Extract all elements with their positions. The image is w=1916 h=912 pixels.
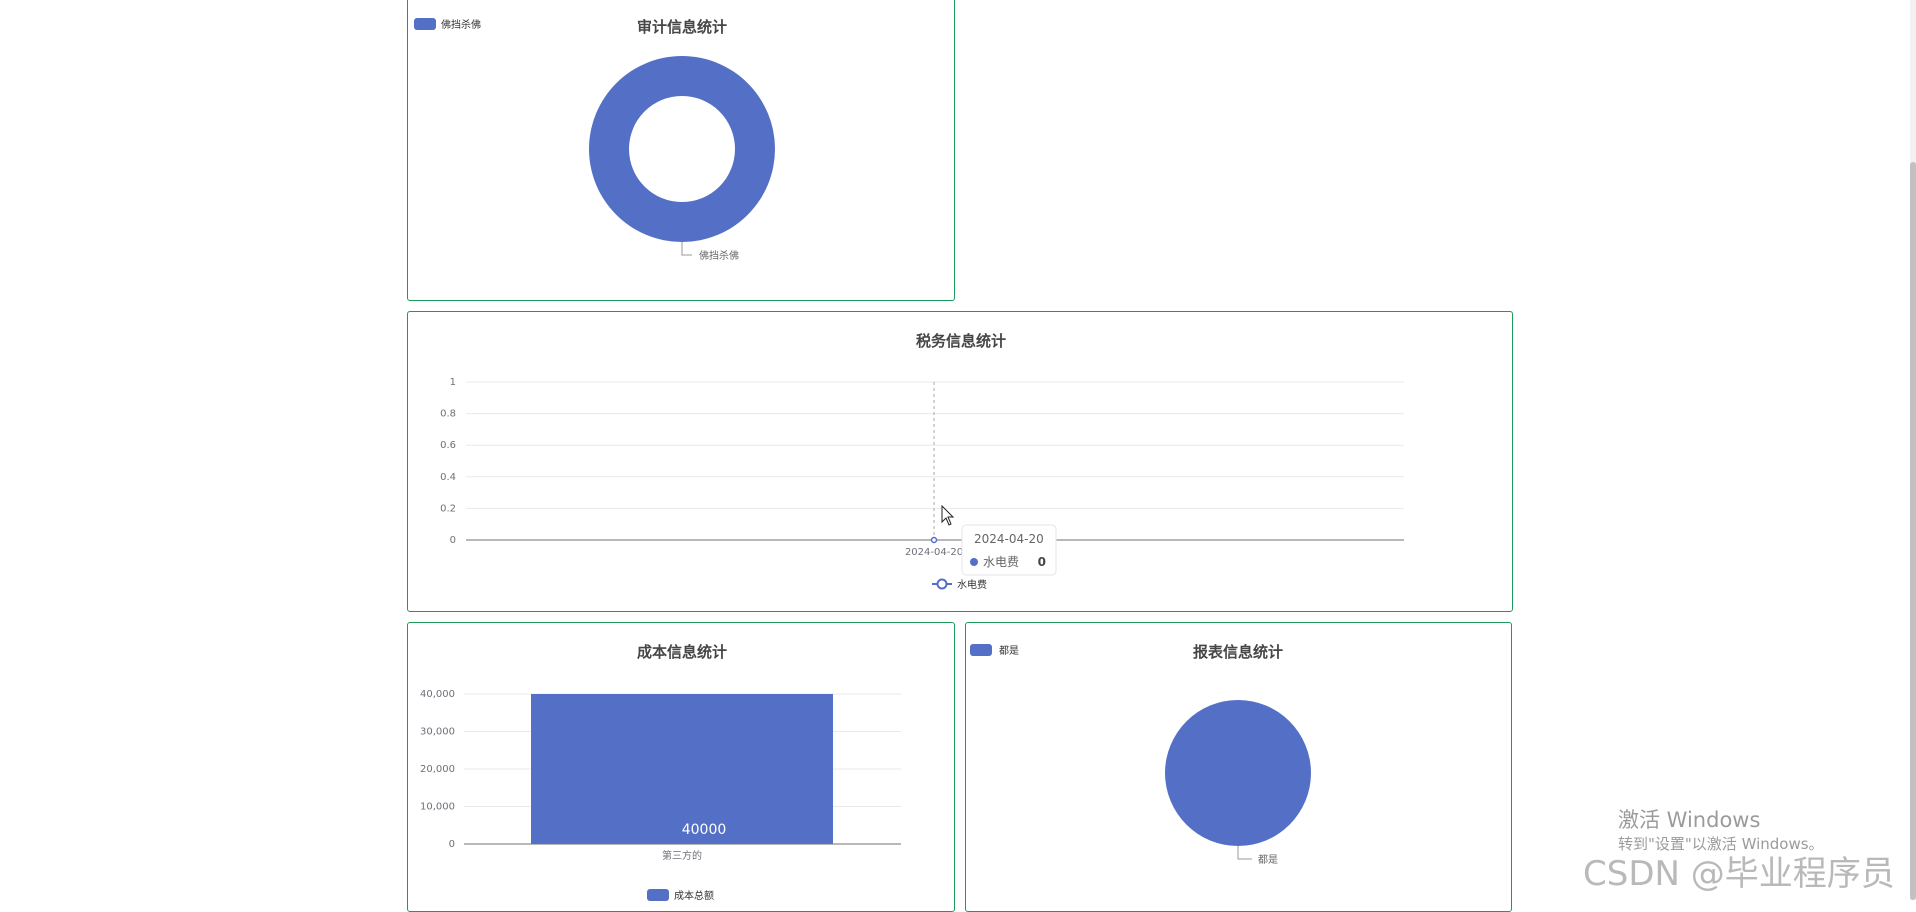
cost-y-tick-label: 40,000 (420, 689, 455, 700)
tax-data-point[interactable] (930, 536, 938, 544)
windows-activation-title: 激活 Windows (1618, 808, 1761, 832)
cost-y-axis: 40,000 30,000 20,000 10,000 0 (420, 689, 455, 850)
cost-y-tick-label: 10,000 (420, 802, 455, 813)
tooltip-title: 2024-04-20 (974, 532, 1044, 546)
tooltip-series: 水电费 (983, 555, 1019, 569)
cost-legend-swatch[interactable] (647, 889, 669, 901)
cost-y-tick-label: 0 (449, 839, 455, 850)
tooltip-marker (970, 558, 978, 566)
report-chart-panel: 都是 报表信息统计 都是 (965, 622, 1512, 912)
report-slice-label-line (1237, 846, 1252, 860)
report-legend-label[interactable]: 都是 (999, 645, 1019, 657)
report-pie-slice[interactable] (1165, 700, 1311, 846)
tax-legend-label[interactable]: 水电费 (957, 578, 987, 591)
tax-legend-marker[interactable] (936, 578, 948, 590)
audit-legend-label[interactable]: 佛挡杀佛 (441, 18, 481, 31)
tax-chart-panel: 税务信息统计 1 0.8 0.6 0.4 0.2 0 2024-04-20 水电费 202… (407, 311, 1513, 612)
tax-tooltip: 2024-04-20 水电费 0 (961, 524, 1057, 576)
tax-chart: 税务信息统计 1 0.8 0.6 0.4 0.2 0 2024-04-20 水电费 202… (440, 332, 1404, 591)
cost-y-tick-label: 20,000 (420, 764, 455, 775)
mouse-cursor-icon (941, 505, 955, 526)
report-legend-swatch[interactable] (970, 644, 992, 656)
audit-chart-panel: 佛挡杀佛 审计信息统计 佛挡杀佛 (407, 0, 955, 301)
cost-y-tick-label: 30,000 (420, 727, 455, 738)
tax-x-tick-label: 2024-04-20 (905, 547, 963, 558)
page-scrollbar-thumb[interactable] (1910, 162, 1916, 900)
page-scrollbar-track[interactable] (1910, 0, 1916, 900)
report-chart: 都是 报表信息统计 都是 (970, 643, 1311, 866)
cost-chart: 成本信息统计 40,000 30,000 20,000 10,000 0 40000 第… (420, 643, 901, 902)
tax-y-tick-label: 0.8 (440, 409, 456, 420)
csdn-watermark: CSDN @毕业程序员 (1583, 854, 1895, 894)
cost-bar-data-label: 40000 (682, 822, 727, 838)
report-slice-label: 都是 (1258, 854, 1278, 866)
tax-y-axis: 1 0.8 0.6 0.4 0.2 0 (440, 377, 456, 546)
cost-legend-label[interactable]: 成本总额 (674, 889, 714, 902)
tooltip-value: 0 (1038, 555, 1046, 569)
audit-slice-label: 佛挡杀佛 (699, 249, 739, 262)
tax-gridlines (466, 381, 1404, 509)
tax-y-tick-label: 0 (450, 535, 456, 546)
audit-donut-slice[interactable] (589, 56, 775, 242)
tax-y-tick-label: 0.6 (440, 440, 456, 451)
tax-chart-title: 税务信息统计 (916, 332, 1006, 350)
tax-y-tick-label: 1 (450, 377, 456, 388)
tax-y-tick-label: 0.2 (440, 503, 456, 514)
report-chart-title: 报表信息统计 (1193, 643, 1283, 661)
cost-chart-panel: 成本信息统计 40,000 30,000 20,000 10,000 0 40000 第… (407, 622, 955, 912)
cost-chart-title: 成本信息统计 (637, 643, 727, 661)
cost-x-tick-label: 第三方的 (662, 849, 702, 862)
audit-slice-label-line (681, 242, 692, 256)
audit-chart: 佛挡杀佛 审计信息统计 佛挡杀佛 (414, 18, 775, 262)
audit-legend-swatch[interactable] (414, 18, 436, 30)
tax-y-tick-label: 0.4 (440, 472, 456, 483)
audit-chart-title: 审计信息统计 (637, 18, 727, 36)
